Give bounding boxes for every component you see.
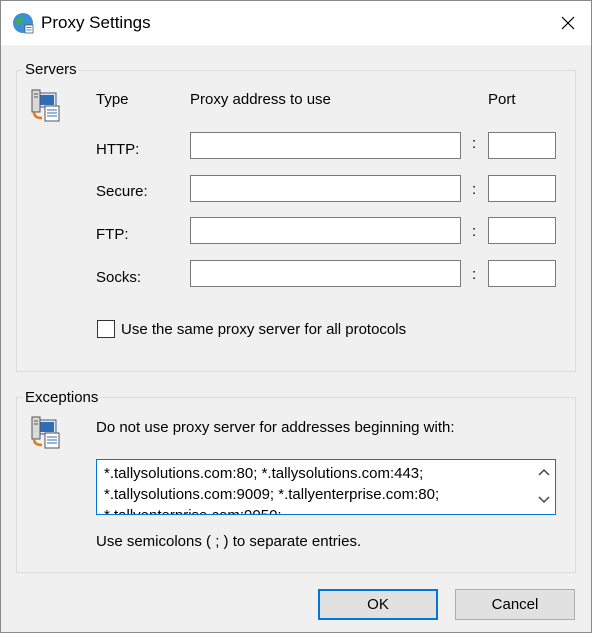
exceptions-instruction: Do not use proxy server for addresses be… <box>96 419 455 436</box>
exceptions-input[interactable]: *.tallysolutions.com:80; *.tallysolution… <box>96 459 556 515</box>
socks-label: Socks: <box>96 269 142 286</box>
servers-group-label: Servers <box>23 61 79 78</box>
column-header-type: Type <box>96 91 129 108</box>
secure-address-input[interactable] <box>190 175 461 202</box>
http-port-input[interactable] <box>488 132 556 159</box>
chevron-up-icon[interactable] <box>538 468 550 476</box>
chevron-down-icon[interactable] <box>538 496 550 504</box>
close-button[interactable] <box>545 1 591 45</box>
ftp-colon: : <box>472 223 477 240</box>
proxy-settings-dialog: Proxy Settings Servers Type Proxy addres… <box>0 0 592 633</box>
secure-label: Secure: <box>96 183 148 200</box>
exceptions-group-label: Exceptions <box>23 389 101 406</box>
network-computer-icon <box>31 416 60 449</box>
ftp-address-input[interactable] <box>190 217 461 244</box>
secure-colon: : <box>472 181 477 198</box>
same-proxy-label[interactable]: Use the same proxy server for all protoc… <box>121 321 406 338</box>
window-title: Proxy Settings <box>41 13 151 32</box>
ftp-port-input[interactable] <box>488 217 556 244</box>
http-colon: : <box>472 135 477 152</box>
http-label: HTTP: <box>96 141 140 158</box>
ok-button[interactable]: OK <box>318 589 438 620</box>
http-address-input[interactable] <box>190 132 461 159</box>
same-proxy-checkbox[interactable] <box>97 320 115 338</box>
exceptions-text[interactable]: *.tallysolutions.com:80; *.tallysolution… <box>104 463 524 514</box>
ftp-label: FTP: <box>96 226 129 243</box>
socks-colon: : <box>472 266 477 283</box>
network-computer-icon <box>31 89 60 122</box>
socks-address-input[interactable] <box>190 260 461 287</box>
cancel-button[interactable]: Cancel <box>455 589 575 620</box>
secure-port-input[interactable] <box>488 175 556 202</box>
column-header-port: Port <box>488 91 516 108</box>
close-icon <box>561 16 575 30</box>
title-bar: Proxy Settings <box>1 1 591 45</box>
column-header-address: Proxy address to use <box>190 91 331 108</box>
socks-port-input[interactable] <box>488 260 556 287</box>
globe-icon <box>13 13 34 34</box>
exceptions-hint: Use semicolons ( ; ) to separate entries… <box>96 533 362 550</box>
exceptions-scrollbar[interactable] <box>533 460 555 514</box>
